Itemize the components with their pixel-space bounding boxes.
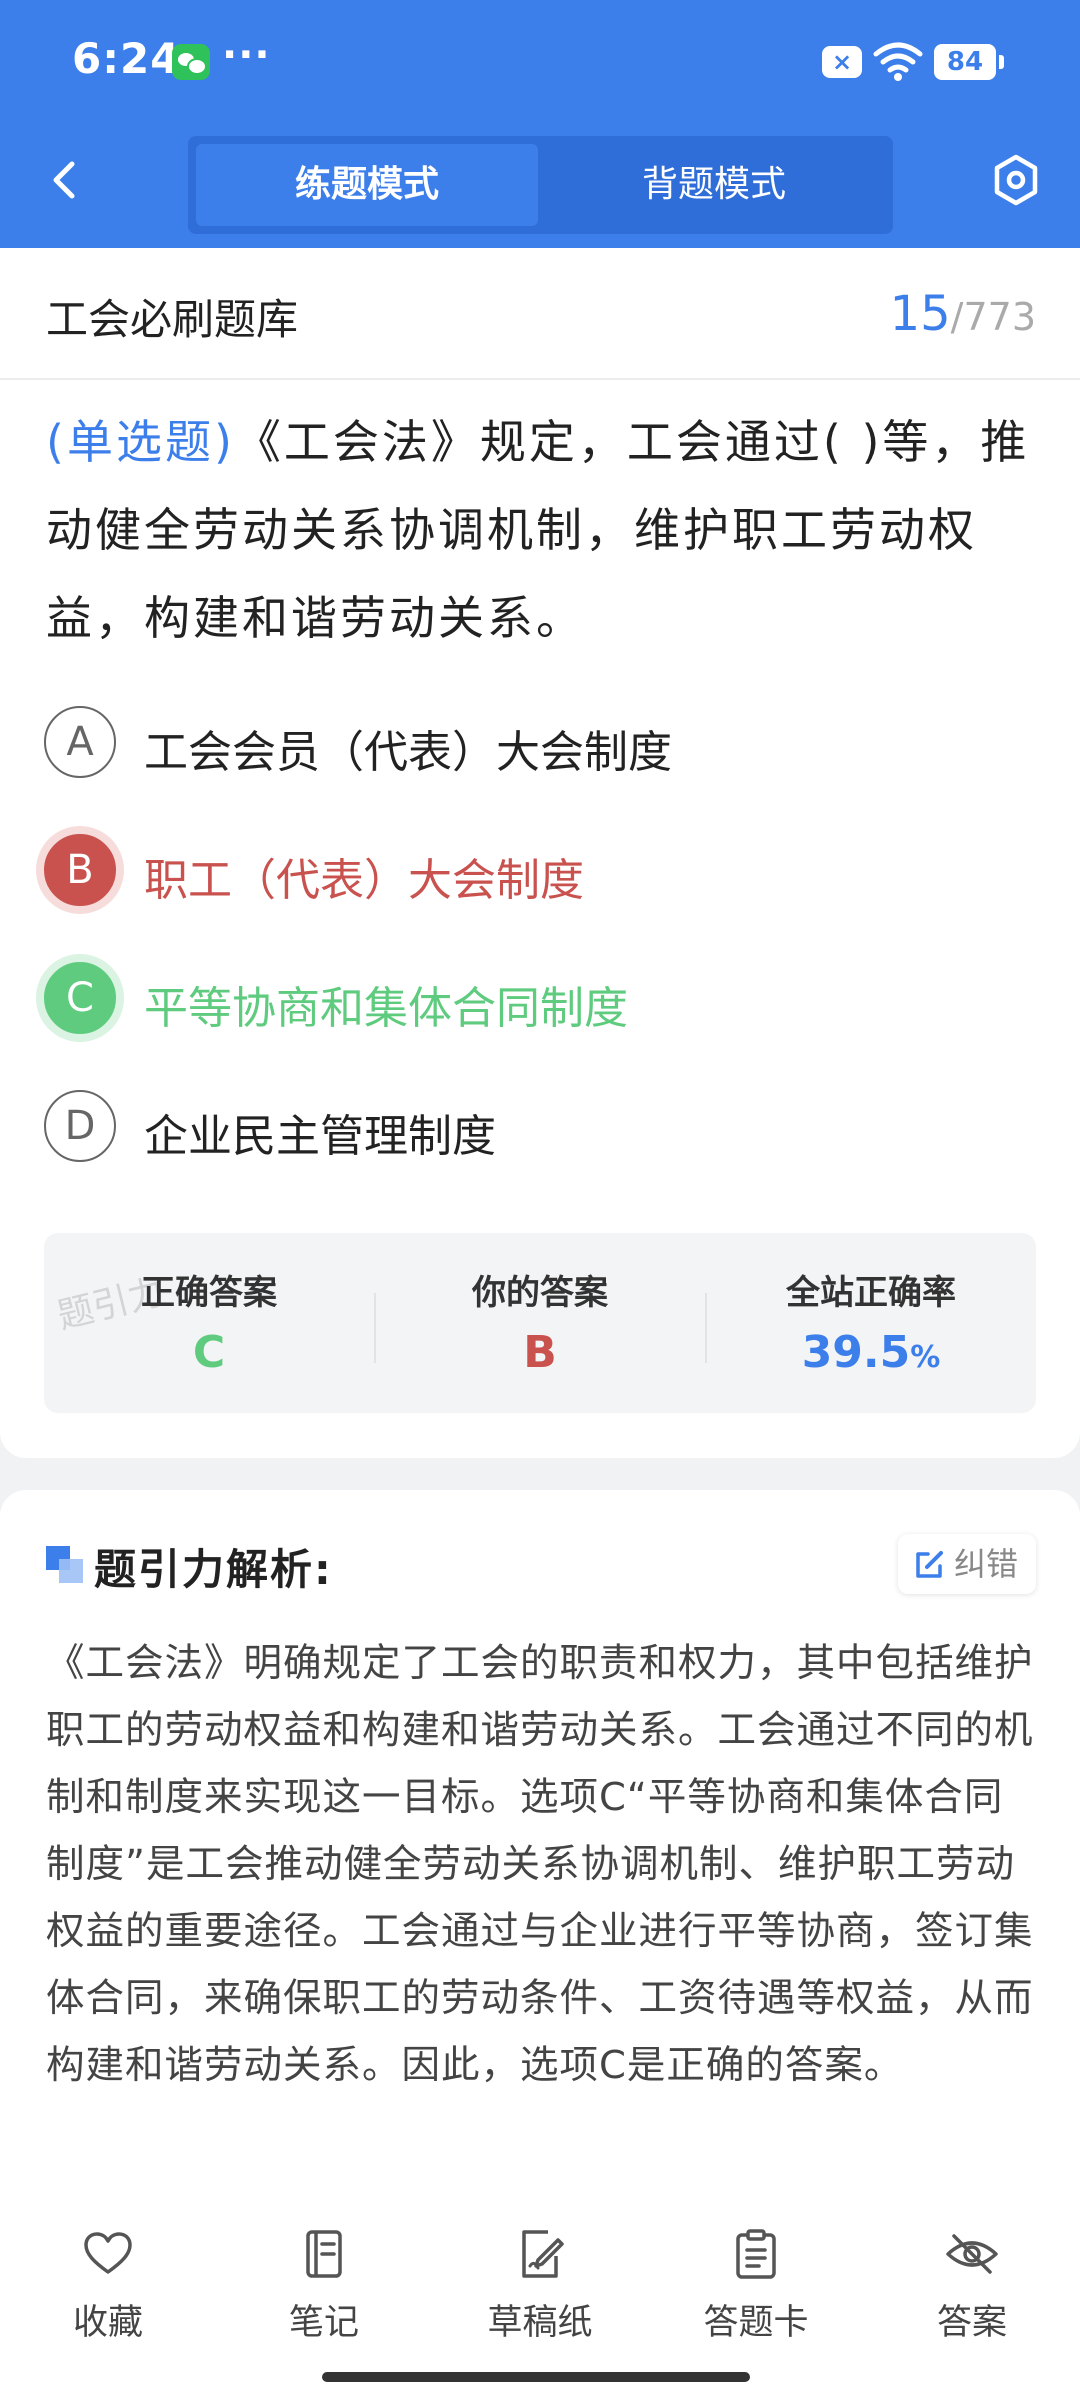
accuracy-value: 39.5 xyxy=(801,1327,911,1378)
show-answer-button[interactable]: 答案 xyxy=(892,2226,1052,2346)
answer-sheet-button[interactable]: 答题卡 xyxy=(676,2226,836,2346)
accuracy-unit: % xyxy=(910,1340,941,1375)
favorite-button[interactable]: 收藏 xyxy=(28,2226,188,2346)
analysis-icon xyxy=(46,1546,83,1583)
option-letter: A xyxy=(44,706,116,778)
accuracy-label: 全站正确率 xyxy=(786,1273,956,1313)
option-c[interactable]: C 平等协商和集体合同制度 xyxy=(44,950,1034,1046)
analysis-text: 《工会法》明确规定了工会的职责和权力，其中包括维护职工的劳动权益和构建和谐劳动关… xyxy=(46,1641,1034,2088)
report-error-button[interactable]: 纠错 xyxy=(898,1534,1036,1594)
wechat-icon xyxy=(172,44,210,80)
status-bar: 6:24 ··· × 84 xyxy=(0,0,1080,120)
mode-switch: 练题模式 背题模式 xyxy=(188,136,893,234)
option-letter: B xyxy=(44,834,116,906)
clipboard-icon xyxy=(736,2229,776,2279)
option-d[interactable]: D 企业民主管理制度 xyxy=(44,1078,1034,1174)
notes-button[interactable]: 笔记 xyxy=(244,2226,404,2346)
question-card: 工会必刷题库 15/773 (单选题)《工会法》规定，工会通过( )等，推动健全… xyxy=(0,248,1080,1458)
your-answer-label: 你的答案 xyxy=(472,1273,608,1313)
correct-answer-label: 正确答案 xyxy=(141,1273,277,1313)
status-time: 6:24 xyxy=(72,34,181,83)
analysis-card: 题引力解析: 纠错 《工会法》明确规定了工会的职责和权力，其中包括维护职工的劳动… xyxy=(0,1490,1080,2220)
correct-answer-value: C xyxy=(192,1327,226,1378)
option-text: 企业民主管理制度 xyxy=(144,1111,496,1162)
nav-bar: 练题模式 背题模式 xyxy=(0,120,1080,248)
scratch-paper-button[interactable]: 草稿纸 xyxy=(460,2226,620,2346)
no-sim-icon: × xyxy=(822,46,862,78)
analysis-title: 题引力解析: xyxy=(94,1545,333,1594)
back-arrow-icon[interactable] xyxy=(40,150,90,210)
eye-off-icon xyxy=(946,2234,998,2274)
total-question-count: 773 xyxy=(963,295,1036,339)
heart-icon xyxy=(84,2232,132,2274)
battery-indicator: 84 xyxy=(934,44,1004,80)
bank-title: 工会必刷题库 xyxy=(46,295,299,344)
question-text: (单选题)《工会法》规定，工会通过( )等，推动健全劳动关系协调机制，维护职工劳… xyxy=(46,398,1036,662)
option-text: 职工（代表）大会制度 xyxy=(144,855,584,906)
question-bank-header: 工会必刷题库 15/773 xyxy=(0,248,1080,380)
more-notifications-icon: ··· xyxy=(222,32,271,78)
current-question-number: 15 xyxy=(889,286,951,342)
question-counter: 15/773 xyxy=(890,286,1036,342)
accuracy-block: 全站正确率 39.5% xyxy=(706,1233,1036,1413)
header: 6:24 ··· × 84 练题模式 背题模式 xyxy=(0,0,1080,248)
tab-practice-mode[interactable]: 练题模式 xyxy=(196,144,538,226)
option-letter: C xyxy=(44,962,116,1034)
notebook-icon xyxy=(306,2230,342,2278)
home-indicator[interactable] xyxy=(322,2372,750,2382)
show-answer-label: 答案 xyxy=(936,2303,1007,2343)
your-answer-block: 你的答案 B xyxy=(375,1233,705,1413)
report-error-label: 纠错 xyxy=(954,1545,1019,1583)
option-text: 平等协商和集体合同制度 xyxy=(144,983,628,1034)
bottom-toolbar: 收藏 笔记 草稿纸 答题卡 答案 xyxy=(0,2200,1080,2400)
answer-summary: 题引力 正确答案 C 你的答案 B 全站正确率 39.5% xyxy=(44,1233,1036,1413)
your-answer-value: B xyxy=(523,1327,557,1378)
option-letter: D xyxy=(44,1090,116,1162)
option-text: 工会会员（代表）大会制度 xyxy=(144,727,672,778)
draft-pen-icon xyxy=(522,2230,564,2278)
notes-label: 笔记 xyxy=(288,2303,359,2343)
favorite-label: 收藏 xyxy=(72,2303,143,2343)
wifi-icon xyxy=(873,42,923,81)
counter-separator: / xyxy=(950,295,964,339)
edit-icon xyxy=(916,1551,943,1578)
correct-answer-block: 正确答案 C xyxy=(44,1233,374,1413)
accuracy-value-wrap: 39.5% xyxy=(706,1327,1036,1378)
option-b[interactable]: B 职工（代表）大会制度 xyxy=(44,822,1034,918)
option-a[interactable]: A 工会会员（代表）大会制度 xyxy=(44,694,1034,790)
settings-icon[interactable] xyxy=(990,152,1042,208)
tab-memorize-mode[interactable]: 背题模式 xyxy=(543,144,885,226)
scratch-paper-label: 草稿纸 xyxy=(487,2303,593,2343)
answer-sheet-label: 答题卡 xyxy=(703,2303,809,2343)
question-type-label: (单选题) xyxy=(46,415,235,469)
